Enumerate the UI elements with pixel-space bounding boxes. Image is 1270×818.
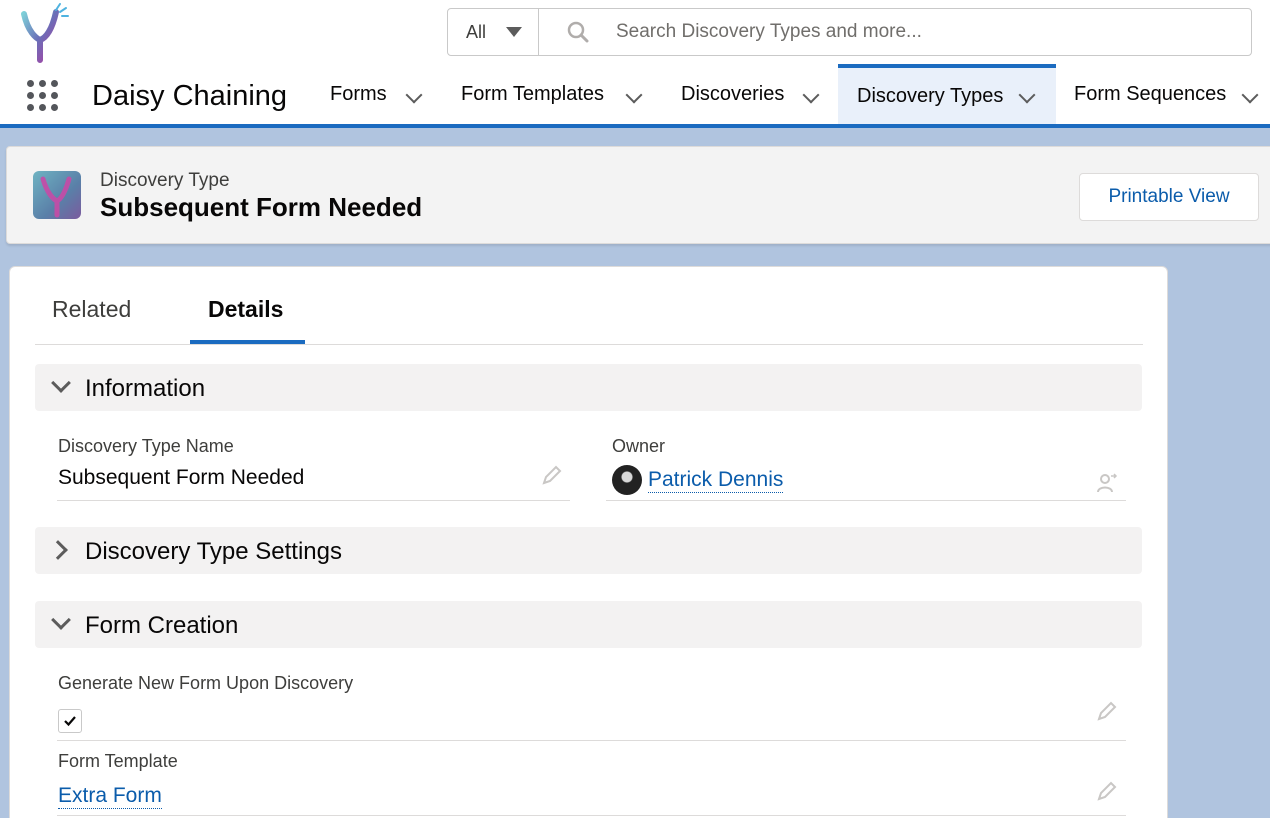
field-divider [57,740,1126,741]
checkmark-icon [64,716,76,727]
record-type-icon [33,171,81,219]
section-title: Discovery Type Settings [85,538,343,565]
record-type-label: Discovery Type [100,170,230,191]
nav-item-label: Form Sequences [1074,82,1227,105]
caret-down-icon [506,27,522,37]
nav-item-label: Discoveries [681,82,785,105]
nav-item-label: Discovery Types [857,84,1004,107]
tabs-divider [35,344,1143,345]
section-information-header[interactable]: Information [35,364,1142,411]
discovery-type-name-value: Subsequent Form Needed [58,466,305,489]
field-divider [606,500,1126,501]
nav-item-discoveries[interactable]: Discoveries [681,64,826,124]
chevron-down-icon[interactable] [1018,86,1036,104]
nav-item-form-templates[interactable]: Form Templates [461,64,651,124]
owner-label: Owner [612,436,666,456]
owner-link[interactable]: Patrick Dennis [648,468,784,493]
field-divider [57,815,1126,816]
chevron-down-icon[interactable] [802,86,820,104]
nav-bar-border [0,124,1270,128]
global-search: All [447,8,1252,56]
nav-item-label: Forms [330,82,387,105]
search-input[interactable] [616,21,1216,43]
nav-item-form-sequences[interactable]: Form Sequences [1074,64,1270,124]
global-header: All [0,0,1270,64]
search-scope-select[interactable]: All [448,9,539,55]
record-title: Subsequent Form Needed [100,192,423,222]
tab-details[interactable]: Details [208,296,283,323]
edit-pencil-icon[interactable] [541,464,563,486]
app-logo-icon[interactable] [18,2,70,64]
chevron-down-icon[interactable] [625,86,643,104]
chevron-down-icon [51,373,71,393]
printable-view-button[interactable]: Printable View [1079,173,1259,221]
nav-item-discovery-types[interactable]: Discovery Types [838,64,1056,124]
discovery-type-name-label: Discovery Type Name [58,436,234,456]
section-discovery-type-settings-header[interactable]: Discovery Type Settings [35,527,1142,574]
chevron-right-icon [48,540,68,560]
app-launcher-icon[interactable] [27,80,59,112]
generate-new-form-label: Generate New Form Upon Discovery [58,673,354,693]
section-title: Information [85,375,206,402]
avatar [612,465,642,495]
chevron-down-icon[interactable] [405,86,423,104]
app-name: Daisy Chaining [92,80,288,112]
tab-related[interactable]: Related [52,296,131,323]
form-template-label: Form Template [58,751,178,771]
edit-pencil-icon[interactable] [1096,780,1118,802]
search-field [539,9,1251,55]
form-template-link[interactable]: Extra Form [58,784,162,809]
section-title: Form Creation [85,612,239,639]
search-icon [567,21,589,43]
change-owner-icon[interactable] [1096,472,1118,494]
nav-item-label: Form Templates [461,82,605,105]
section-form-creation-header[interactable]: Form Creation [35,601,1142,648]
field-divider [57,500,570,501]
chevron-down-icon[interactable] [1241,86,1259,104]
search-scope-label: All [466,21,487,42]
chevron-down-icon [51,610,71,630]
generate-new-form-checkbox [58,709,82,733]
nav-item-forms[interactable]: Forms [330,64,440,124]
edit-pencil-icon[interactable] [1096,700,1118,722]
